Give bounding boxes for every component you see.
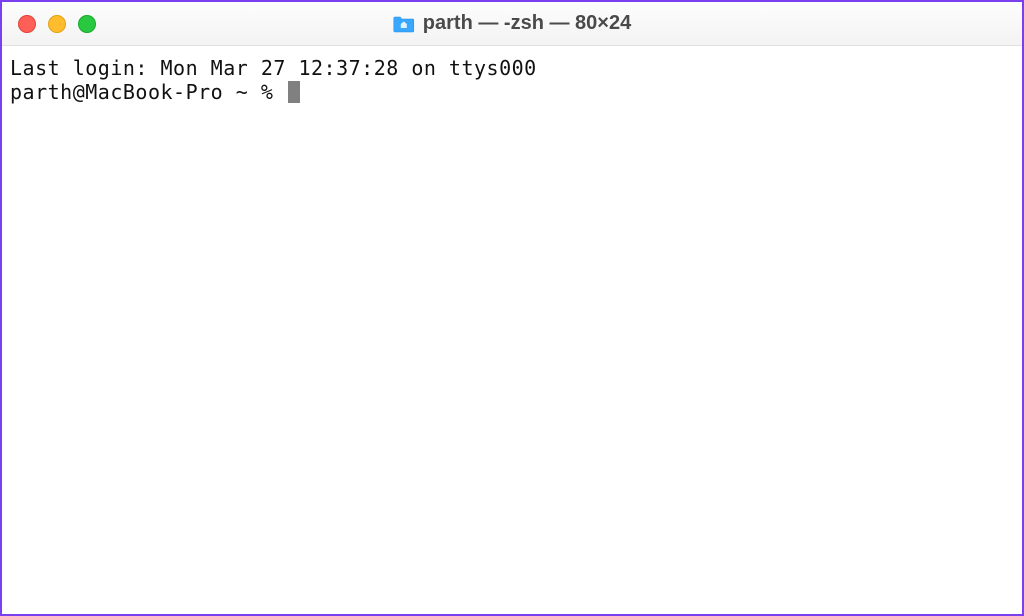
home-folder-icon [393,15,415,33]
traffic-lights [2,15,96,33]
window-titlebar: parth — -zsh — 80×24 [2,2,1022,46]
close-button[interactable] [18,15,36,33]
shell-prompt: parth@MacBook-Pro ~ % [10,80,286,104]
minimize-button[interactable] [48,15,66,33]
terminal-output[interactable]: Last login: Mon Mar 27 12:37:28 on ttys0… [2,46,1022,114]
window-title-group: parth — -zsh — 80×24 [393,12,631,35]
cursor [288,81,300,103]
window-title: parth — -zsh — 80×24 [423,12,631,35]
prompt-line: parth@MacBook-Pro ~ % [10,80,1014,104]
maximize-button[interactable] [78,15,96,33]
last-login-line: Last login: Mon Mar 27 12:37:28 on ttys0… [10,56,1014,80]
